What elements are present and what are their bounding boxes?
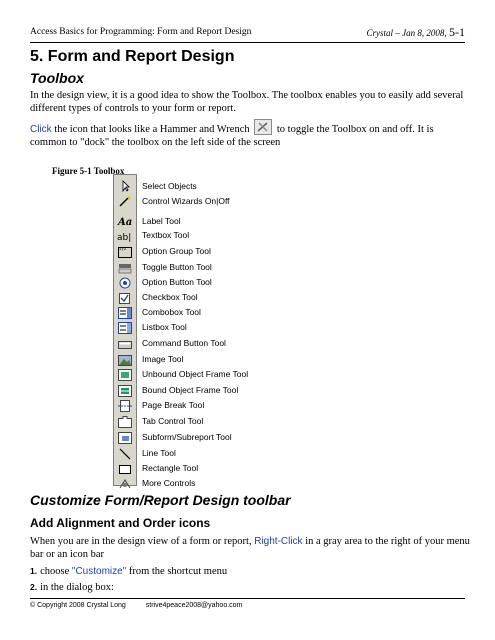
toolbox-intro-paragraph: In the design view, it is a good idea to… xyxy=(30,90,464,114)
rectangle-icon[interactable] xyxy=(117,462,133,476)
tool-label: Command Button Tool xyxy=(142,338,226,348)
bound-frame-icon[interactable] xyxy=(117,384,133,398)
header-author: Crystal xyxy=(366,28,393,38)
wand-icon[interactable] xyxy=(117,194,133,208)
step-1-number: 1. xyxy=(30,566,38,576)
radio-icon[interactable] xyxy=(117,276,133,290)
tool-label: Unbound Object Frame Tool xyxy=(142,369,249,379)
tool-label: Combobox Tool xyxy=(142,307,201,317)
tool-label: Tab Control Tool xyxy=(142,416,204,426)
right-click-word: Right-Click xyxy=(254,536,303,547)
step-2-number: 2. xyxy=(30,582,38,592)
customize-text-a: When you are in the design view of a for… xyxy=(30,536,255,547)
checkbox-icon[interactable] xyxy=(117,291,133,305)
tool-label: More Controls xyxy=(142,478,196,488)
step-2-text: in the dialog box: xyxy=(40,582,114,593)
svg-text:xyz: xyz xyxy=(119,247,127,252)
tool-label: Subform/Subreport Tool xyxy=(142,432,232,442)
button-icon[interactable] xyxy=(117,337,133,351)
subform-icon[interactable] xyxy=(117,431,133,445)
header-page-number: 5-1 xyxy=(449,25,465,39)
tool-label: Bound Object Frame Tool xyxy=(142,385,239,395)
line-icon[interactable] xyxy=(117,447,133,461)
para-text-a: the icon that looks like a Hammer and Wr… xyxy=(51,124,253,135)
unbound-frame-icon[interactable] xyxy=(117,368,133,382)
header-right: Crystal – Jan 8, 2008, 5-1 xyxy=(366,25,465,39)
combobox-icon[interactable] xyxy=(117,306,133,320)
chapter-title: 5. Form and Report Design xyxy=(30,48,235,65)
tool-label: Rectangle Tool xyxy=(142,463,199,473)
alignment-subheading: Add Alignment and Order icons xyxy=(30,516,211,530)
footer-email: strive4peace2008@yahoo.com xyxy=(145,602,243,609)
header-date: Jan 8, 2008, xyxy=(402,28,447,38)
step-1-text-a: choose xyxy=(40,566,72,577)
tool-label: Control Wizards On|Off xyxy=(142,196,230,206)
toggle-icon[interactable] xyxy=(117,261,133,275)
page-footer: © Copyright 2008 Crystal Long strive4pea… xyxy=(30,598,465,609)
footer-copyright: © Copyright 2008 Crystal Long xyxy=(30,602,126,609)
tool-label: Option Button Tool xyxy=(142,277,212,287)
tool-label: Image Tool xyxy=(142,354,184,364)
page-header: Access Basics for Programming: Form and … xyxy=(30,25,465,43)
toolbox-toolbar: Aa ab| xyz xyxy=(113,174,137,489)
tool-label: Page Break Tool xyxy=(142,400,205,410)
tool-label: Option Group Tool xyxy=(142,246,211,256)
option-group-icon[interactable]: xyz xyxy=(117,245,133,259)
svg-text:ab|: ab| xyxy=(117,233,131,243)
tool-label: Listbox Tool xyxy=(142,322,187,332)
tool-label: Line Tool xyxy=(142,448,176,458)
customize-paragraph: When you are in the design view of a for… xyxy=(30,535,470,561)
page-break-icon[interactable] xyxy=(117,399,133,413)
listbox-icon[interactable] xyxy=(117,321,133,335)
svg-text:Aa: Aa xyxy=(117,217,132,228)
step-2: 2. in the dialog box: xyxy=(30,582,114,593)
tool-label: Label Tool xyxy=(142,216,181,226)
tool-label: Checkbox Tool xyxy=(142,292,198,302)
tab-icon[interactable] xyxy=(117,415,133,429)
toolbox-toggle-paragraph: Click the icon that looks like a Hammer … xyxy=(30,119,470,149)
tool-label: Textbox Tool xyxy=(142,230,190,240)
tool-label: Toggle Button Tool xyxy=(142,262,212,272)
customize-word: "Customize" xyxy=(71,566,127,577)
arrow-icon[interactable] xyxy=(117,179,133,193)
header-title: Access Basics for Programming: Form and … xyxy=(30,27,252,37)
toolbox-heading: Toolbox xyxy=(30,70,84,86)
step-1: 1. choose "Customize" from the shortcut m… xyxy=(30,566,227,577)
image-icon[interactable] xyxy=(117,353,133,367)
textbox-icon[interactable]: ab| xyxy=(117,229,133,243)
more-controls-icon[interactable] xyxy=(117,477,133,491)
step-1-text-b: from the shortcut menu xyxy=(126,566,228,577)
customize-heading: Customize Form/Report Design toolbar xyxy=(30,492,291,508)
tool-label: Select Objects xyxy=(142,181,197,191)
label-icon[interactable]: Aa xyxy=(117,214,133,228)
click-word: Click xyxy=(30,124,52,135)
hammer-wrench-icon xyxy=(254,119,273,135)
